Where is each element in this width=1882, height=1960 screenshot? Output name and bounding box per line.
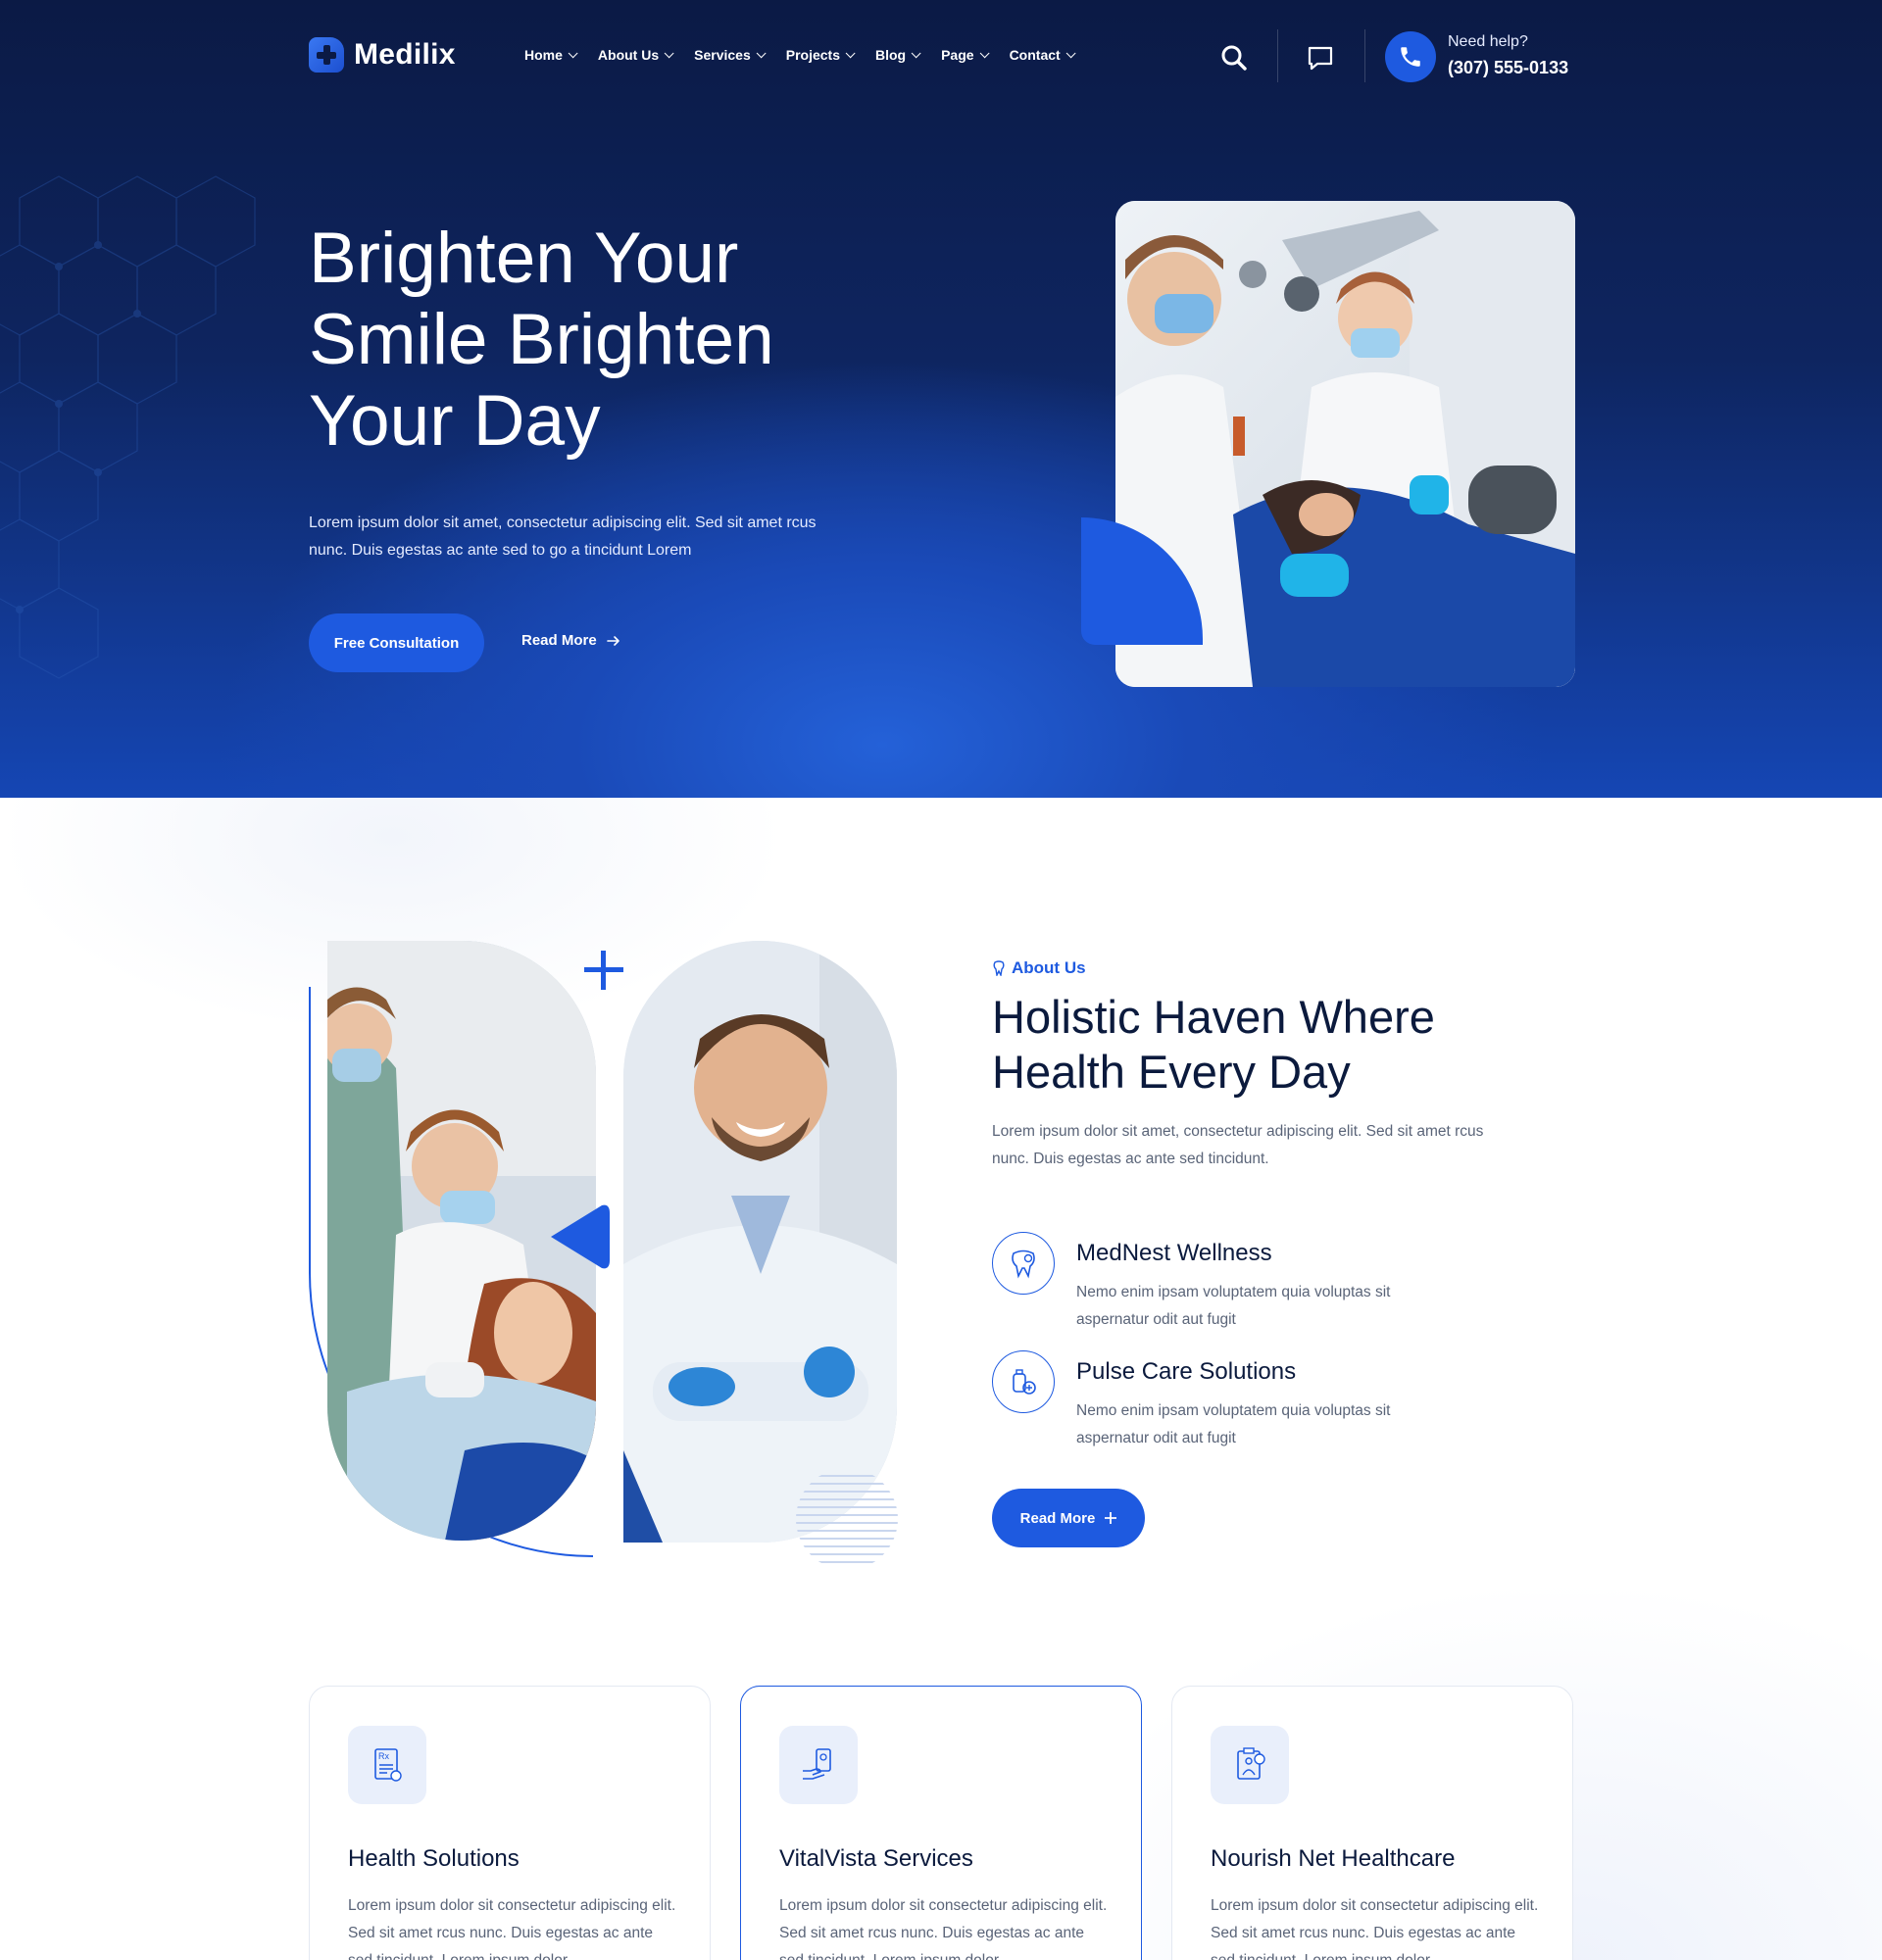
logo-cross-icon xyxy=(309,37,344,73)
nav-item-projects[interactable]: Projects xyxy=(785,47,856,63)
header-divider xyxy=(1364,29,1365,82)
chevron-down-icon xyxy=(979,47,990,58)
about-smiling-dentist-image xyxy=(623,941,897,1543)
nav-item-services[interactable]: Services xyxy=(694,47,767,63)
service-card-title: Nourish Net Healthcare xyxy=(1211,1845,1456,1872)
hand-device-icon xyxy=(779,1726,858,1804)
chat-icon[interactable] xyxy=(1306,43,1335,73)
svg-text:Rx: Rx xyxy=(378,1751,389,1761)
about-read-more-label: Read More xyxy=(1019,1509,1096,1527)
plus-icon-decoration xyxy=(584,951,623,990)
service-card[interactable]: VitalVista Services Lorem ipsum dolor si… xyxy=(740,1686,1142,1960)
nav-label: Blog xyxy=(874,47,907,63)
chevron-down-icon xyxy=(568,47,578,58)
chevron-down-icon xyxy=(911,47,921,58)
medical-report-icon xyxy=(1211,1726,1289,1804)
help-phone-number[interactable]: (307) 555-0133 xyxy=(1448,58,1568,78)
service-card-text: Lorem ipsum dolor sit consectetur adipis… xyxy=(348,1897,676,1960)
chevron-down-icon xyxy=(845,47,856,58)
chevron-down-icon xyxy=(756,47,767,58)
service-card[interactable]: Nourish Net Healthcare Lorem ipsum dolor… xyxy=(1171,1686,1573,1960)
tooth-sparkle-icon xyxy=(993,960,1005,976)
help-label: Need help? xyxy=(1448,33,1528,50)
prescription-icon: Rx xyxy=(348,1726,426,1804)
hero-description: Lorem ipsum dolor sit amet, consectetur … xyxy=(309,514,817,559)
about-description: Lorem ipsum dolor sit amet, consectetur … xyxy=(992,1123,1484,1167)
service-card-title: VitalVista Services xyxy=(779,1845,973,1872)
about-read-more-button[interactable]: Read More xyxy=(992,1489,1145,1547)
service-card-text: Lorem ipsum dolor sit consectetur adipis… xyxy=(1211,1897,1539,1960)
service-card-text: Lorem ipsum dolor sit consectetur adipis… xyxy=(779,1897,1108,1960)
medical-kit-icon xyxy=(992,1350,1055,1413)
about-title: Holistic Haven Where Health Every Day xyxy=(992,991,1435,1098)
chevron-down-icon xyxy=(664,47,674,58)
nav-item-about-us[interactable]: About Us xyxy=(597,47,674,63)
nav-item-page[interactable]: Page xyxy=(941,47,990,63)
site-header: Medilix Home About Us Services Projects … xyxy=(0,0,1882,112)
header-divider xyxy=(1277,29,1278,82)
hero-title: Brighten Your Smile Brighten Your Day xyxy=(309,219,774,461)
service-card-title: Health Solutions xyxy=(348,1845,520,1872)
nav-label: Page xyxy=(941,47,974,63)
nav-item-home[interactable]: Home xyxy=(524,47,578,63)
feature-text: Nemo enim ipsam voluptatem quia voluptas… xyxy=(1076,1402,1391,1446)
hero-section: Medilix Home About Us Services Projects … xyxy=(0,0,1882,798)
read-more-label: Read More xyxy=(521,632,597,649)
logo-text: Medilix xyxy=(354,38,456,71)
feature-text: Nemo enim ipsam voluptatem quia voluptas… xyxy=(1076,1284,1391,1328)
hexagon-pattern-decoration xyxy=(0,175,256,679)
nav-label: Contact xyxy=(1009,47,1061,63)
main-nav: Home About Us Services Projects Blog Pag… xyxy=(524,47,1096,63)
plus-icon xyxy=(1105,1512,1117,1524)
phone-icon[interactable] xyxy=(1385,31,1436,82)
nav-label: Home xyxy=(524,47,563,63)
hero-read-more-link[interactable]: Read More xyxy=(521,632,620,649)
chevron-down-icon xyxy=(1065,47,1076,58)
nav-item-blog[interactable]: Blog xyxy=(874,47,921,63)
tooth-icon xyxy=(992,1232,1055,1295)
logo[interactable]: Medilix xyxy=(309,37,456,73)
arrow-right-icon xyxy=(606,635,619,646)
about-eyebrow-label: About Us xyxy=(1012,958,1086,977)
service-card[interactable]: Rx Health Solutions Lorem ipsum dolor si… xyxy=(309,1686,711,1960)
nav-label: About Us xyxy=(597,47,660,63)
striped-circle-decoration xyxy=(796,1475,898,1563)
nav-label: Projects xyxy=(785,47,840,63)
search-icon[interactable] xyxy=(1219,43,1249,73)
free-consultation-button[interactable]: Free Consultation xyxy=(309,613,484,672)
about-eyebrow: About Us xyxy=(992,958,1086,978)
nav-item-contact[interactable]: Contact xyxy=(1009,47,1076,63)
triangle-arrow-decoration xyxy=(551,1204,610,1269)
feature-title: MedNest Wellness xyxy=(1076,1240,1272,1266)
feature-title: Pulse Care Solutions xyxy=(1076,1358,1297,1385)
nav-label: Services xyxy=(694,47,751,63)
